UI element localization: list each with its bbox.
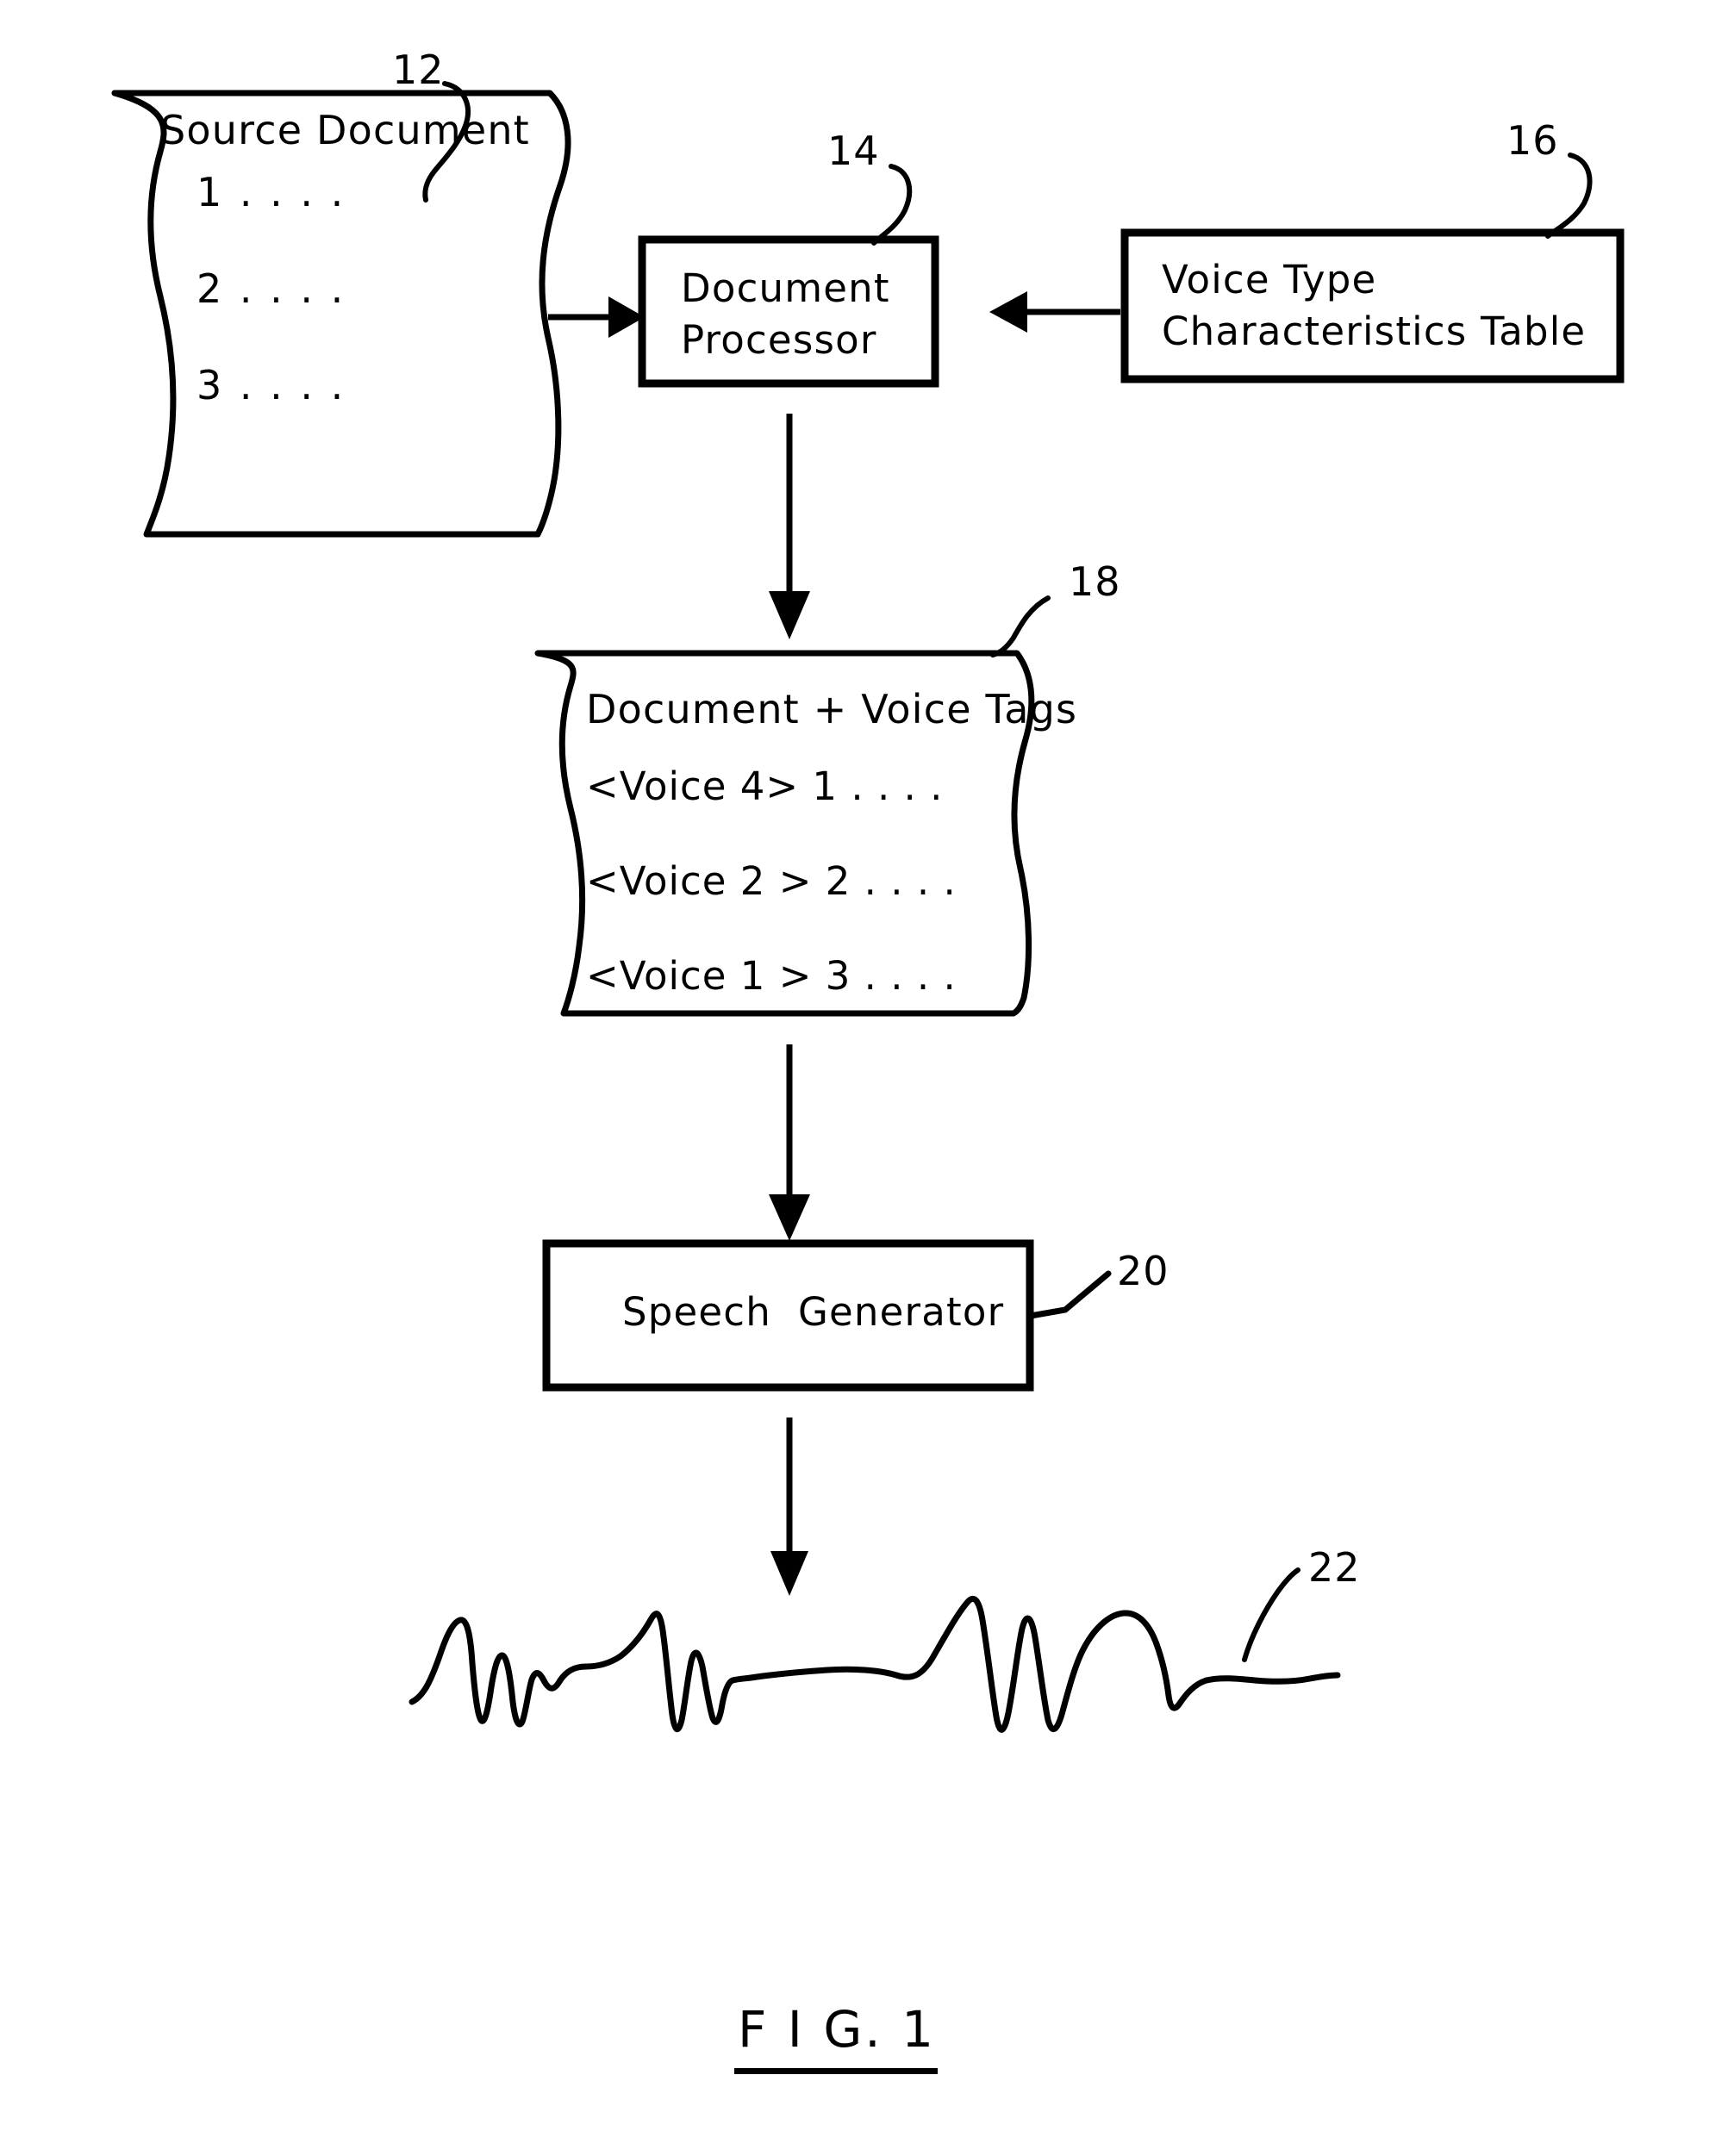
- ref-numeral-22: 22: [1308, 1544, 1361, 1591]
- leader-line-20: [1027, 1270, 1112, 1319]
- ref-numeral-18: 18: [1069, 558, 1121, 605]
- speech-generator-label: Speech Generator: [622, 1289, 1005, 1335]
- tagged-document-line-2: <Voice 2 > 2 . . . .: [586, 858, 957, 904]
- ref-numeral-14: 14: [827, 128, 880, 174]
- document-processor-label-line1: Document: [681, 265, 890, 311]
- speech-waveform-shape: [409, 1596, 1341, 1733]
- leader-line-14: [871, 164, 913, 246]
- leader-line-16: [1545, 153, 1593, 239]
- figure-caption-underline: [734, 2068, 938, 2074]
- arrow-tagged-doc-to-generator: [769, 1044, 810, 1241]
- voice-type-table-box: [1120, 228, 1625, 383]
- source-document-line-2: 2 . . . .: [196, 265, 346, 312]
- leader-line-18: [990, 595, 1051, 657]
- ref-numeral-12: 12: [392, 47, 445, 93]
- patent-figure-page: 12 Source Document 1 . . . . 2 . . . . 3…: [0, 0, 1709, 2156]
- figure-caption: F I G. 1: [738, 2000, 937, 2059]
- arrow-generator-to-waveform: [770, 1418, 808, 1596]
- tagged-document-title: Document + Voice Tags: [586, 686, 1078, 732]
- leader-line-22: [1242, 1567, 1300, 1662]
- source-document-shape: [111, 90, 571, 538]
- arrow-processor-to-tagged-doc: [769, 414, 810, 639]
- arrow-source-to-processor: [548, 296, 645, 338]
- ref-numeral-16: 16: [1506, 117, 1559, 164]
- tagged-document-line-1: <Voice 4> 1 . . . .: [586, 763, 944, 809]
- source-document-line-1: 1 . . . .: [196, 169, 346, 215]
- source-document-line-3: 3 . . . .: [196, 362, 346, 408]
- arrow-table-to-processor: [989, 291, 1120, 333]
- voice-type-table-label-line2: Characteristics Table: [1162, 308, 1587, 354]
- ref-numeral-20: 20: [1117, 1248, 1169, 1294]
- voice-type-table-label-line1: Voice Type: [1162, 257, 1377, 302]
- document-processor-label-line2: Processor: [681, 317, 877, 363]
- tagged-document-line-3: <Voice 1 > 3 . . . .: [586, 953, 957, 999]
- source-document-title: Source Document: [160, 107, 530, 153]
